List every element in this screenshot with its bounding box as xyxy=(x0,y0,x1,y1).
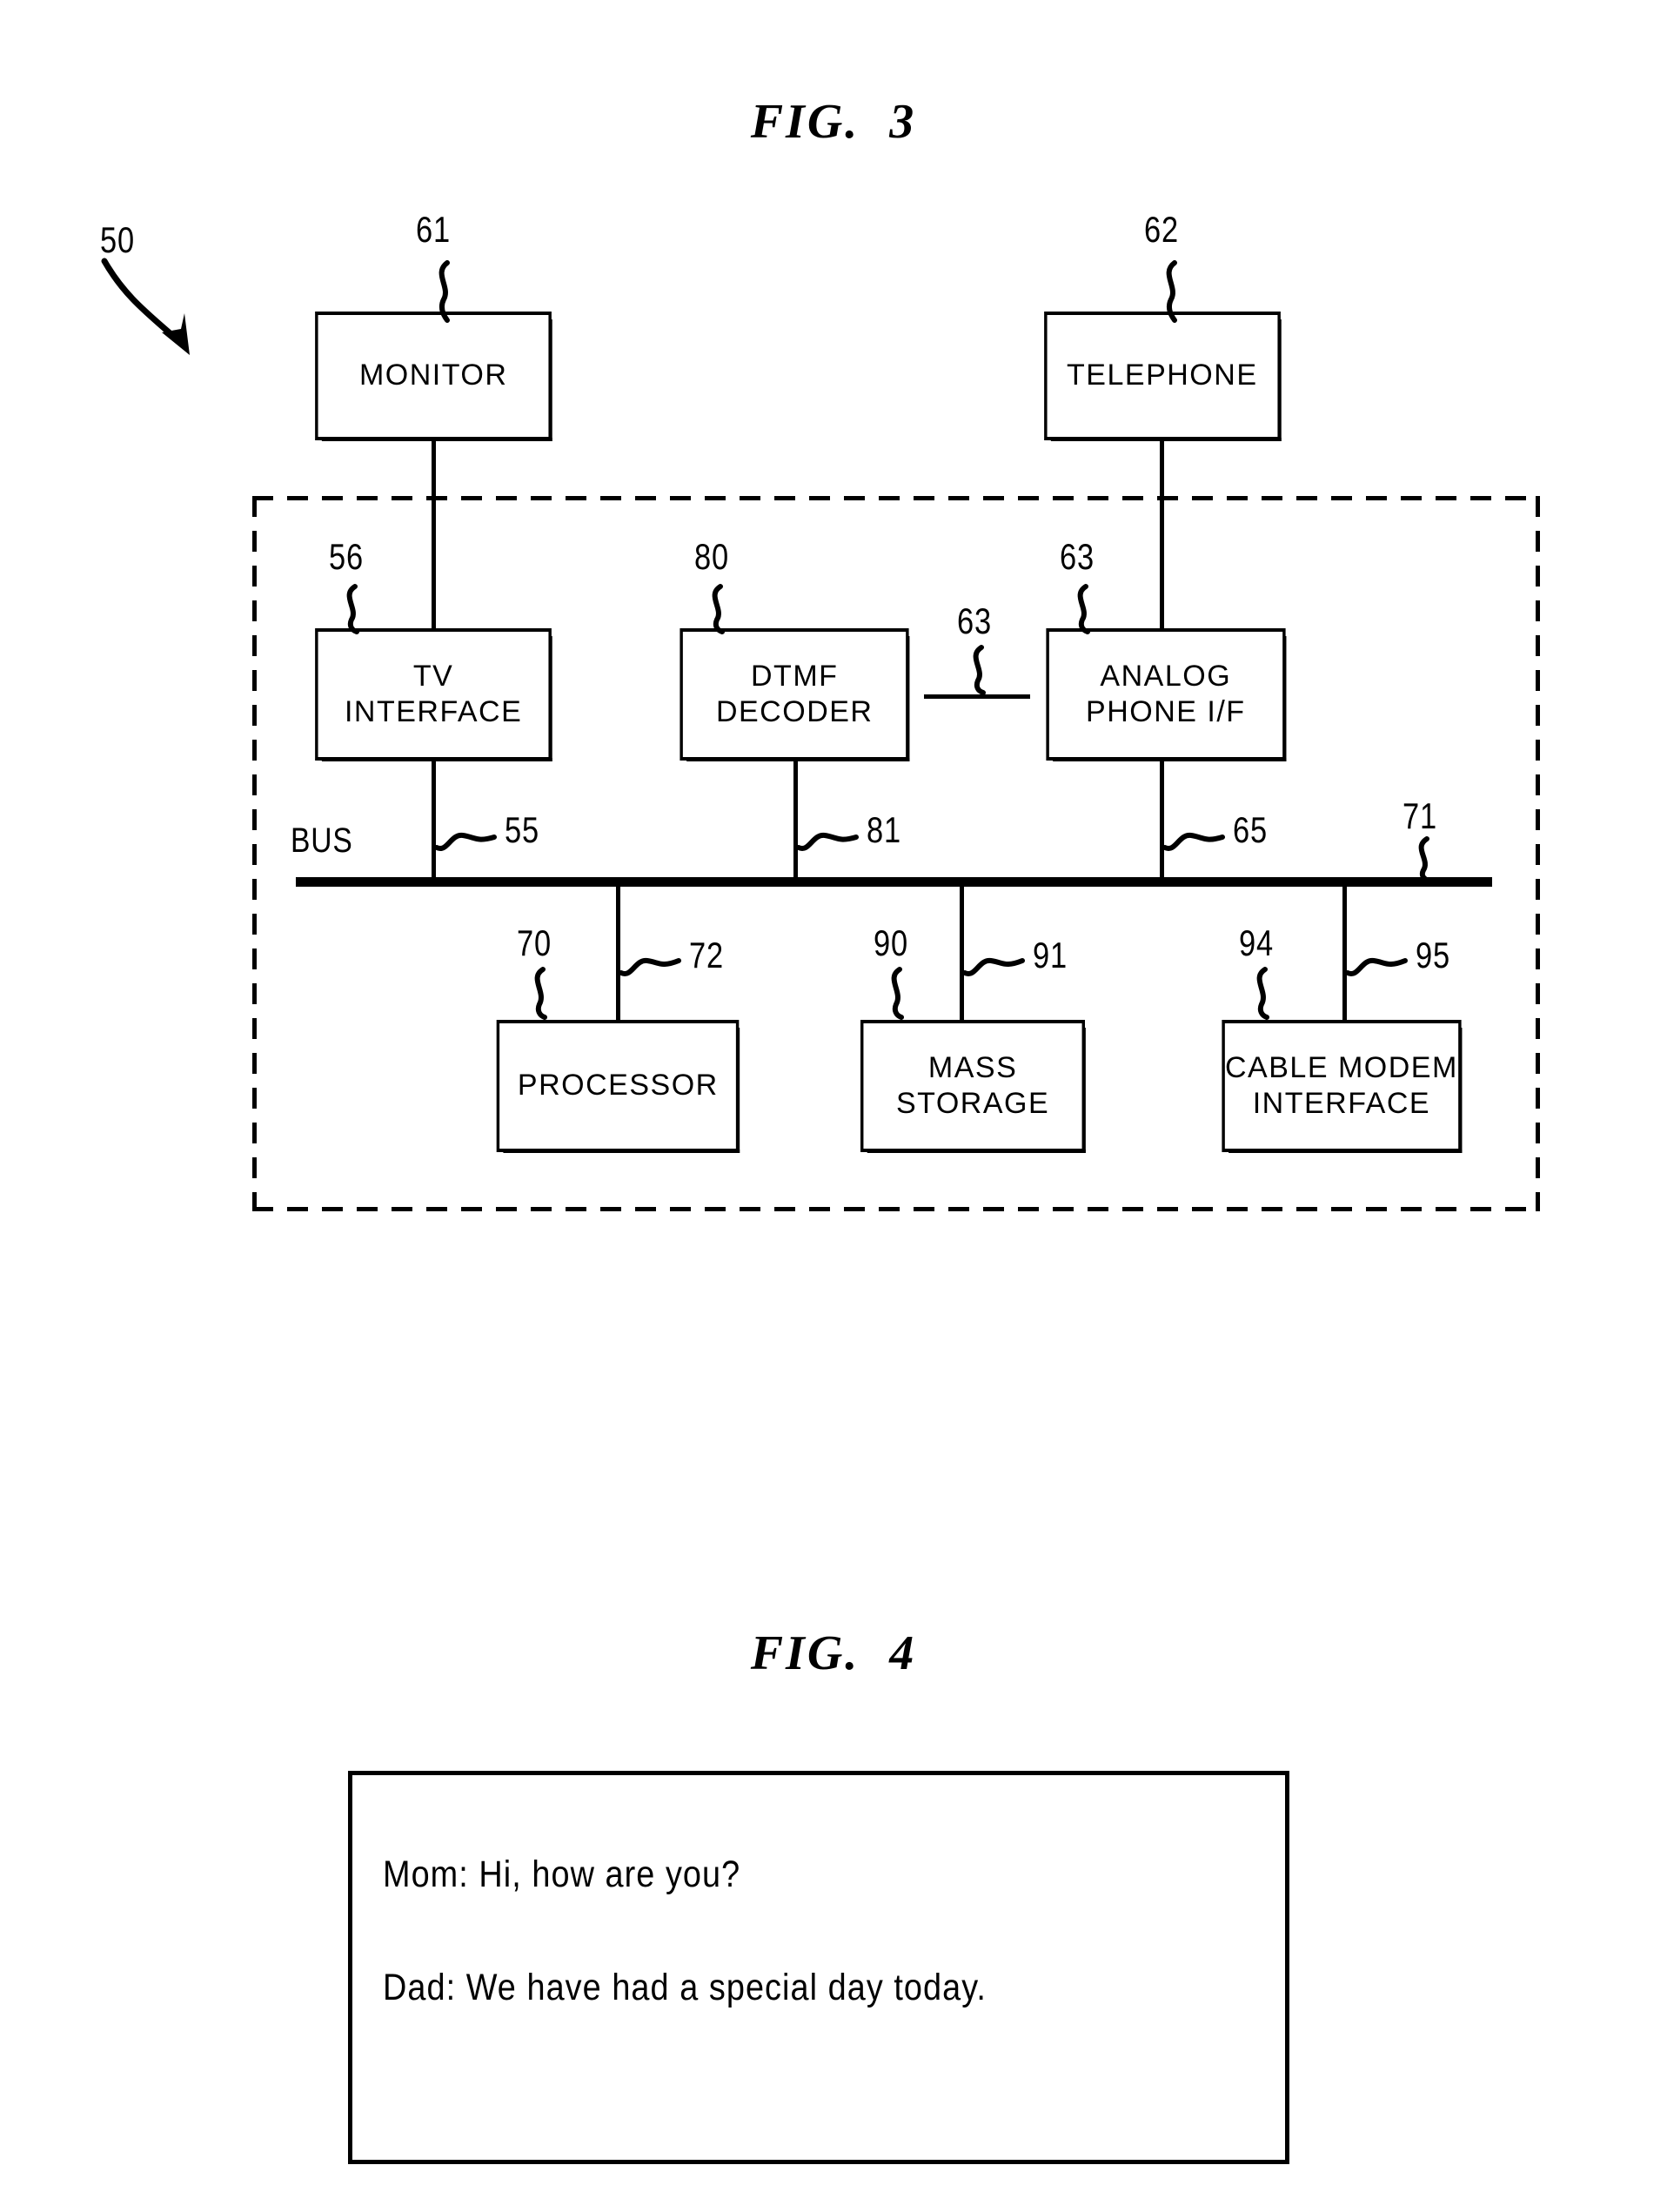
patent-figure-sheet: FIG. 3 50 MONITOR 61 TELEPHONE 62 TV INT… xyxy=(0,0,1667,2212)
block-mass-storage: MASS STORAGE xyxy=(860,1020,1086,1153)
wire-bus-to-cable-modem-interface xyxy=(1342,881,1347,1020)
figure-4-title: FIG. 4 xyxy=(750,1626,917,1680)
reference-numeral-50: 50 xyxy=(100,219,135,260)
block-processor-label: PROCESSOR xyxy=(517,1069,719,1103)
reference-numeral-91: 91 xyxy=(1033,935,1068,975)
reference-numeral-94: 94 xyxy=(1239,922,1274,963)
dialog-line-dad: Dad: We have had a special day today. xyxy=(383,1967,987,2008)
block-dtmf-decoder-label: DTMF DECODER xyxy=(715,659,874,728)
block-analog-phone-if: ANALOG PHONE I/F xyxy=(1046,628,1287,761)
block-tv-interface: TV INTERFACE xyxy=(315,628,552,761)
bus-label: BUS xyxy=(291,821,353,860)
block-telephone-label: TELEPHONE xyxy=(1067,359,1258,392)
system-bus xyxy=(296,877,1492,887)
wire-dtmf-decoder-to-bus xyxy=(793,761,798,879)
block-dtmf-decoder: DTMF DECODER xyxy=(680,628,910,761)
block-cable-modem-interface-label: CABLE MODEM INTERFACE xyxy=(1225,1050,1458,1120)
reference-numeral-80: 80 xyxy=(694,536,729,577)
reference-numeral-71: 71 xyxy=(1403,795,1437,836)
reference-numeral-81: 81 xyxy=(867,809,901,850)
figure-3-title: FIG. 3 xyxy=(750,95,917,149)
wire-tv-interface-to-bus xyxy=(432,761,436,879)
leader-arrow-50 xyxy=(87,252,244,365)
reference-numeral-62: 62 xyxy=(1144,209,1179,250)
reference-numeral-63-mid: 63 xyxy=(957,600,992,641)
wire-bus-to-mass-storage xyxy=(960,881,964,1020)
block-monitor: MONITOR xyxy=(315,312,552,441)
reference-numeral-61: 61 xyxy=(416,209,451,250)
reference-numeral-70: 70 xyxy=(517,922,552,963)
wire-analog-phone-if-to-bus xyxy=(1160,761,1164,879)
reference-numeral-72: 72 xyxy=(689,935,724,975)
block-telephone: TELEPHONE xyxy=(1044,312,1282,441)
block-cable-modem-interface: CABLE MODEM INTERFACE xyxy=(1222,1020,1463,1153)
reference-numeral-95: 95 xyxy=(1416,935,1450,975)
block-mass-storage-label: MASS STORAGE xyxy=(895,1050,1050,1120)
block-analog-phone-if-label: ANALOG PHONE I/F xyxy=(1086,659,1246,728)
block-tv-interface-label: TV INTERFACE xyxy=(344,659,523,728)
wire-telephone-to-analog-phone-if xyxy=(1160,440,1164,628)
block-processor: PROCESSOR xyxy=(496,1020,740,1153)
block-monitor-label: MONITOR xyxy=(358,359,508,392)
wire-dtmf-to-analog-phone-if xyxy=(924,694,1030,699)
reference-numeral-55: 55 xyxy=(505,809,539,850)
reference-numeral-90: 90 xyxy=(874,922,908,963)
wire-bus-to-processor xyxy=(616,881,620,1020)
wire-monitor-to-tv-interface xyxy=(432,440,436,628)
dialog-line-mom: Mom: Hi, how are you? xyxy=(383,1853,741,1895)
reference-numeral-63-top: 63 xyxy=(1060,536,1095,577)
reference-numeral-65: 65 xyxy=(1233,809,1268,850)
reference-numeral-56: 56 xyxy=(329,536,364,577)
